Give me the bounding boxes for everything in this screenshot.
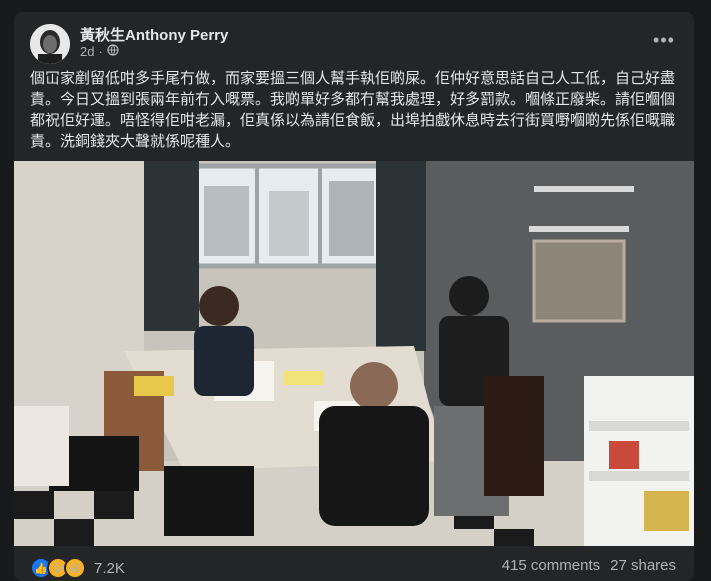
post-timestamp[interactable]: 2d [80,44,94,59]
author-avatar[interactable] [30,24,70,64]
engagement-stats: 415 comments 27 shares [502,557,676,574]
shares-count[interactable]: 27 shares [610,557,676,574]
haha-icon: 😆 [64,557,86,579]
post-meta: 2d · [80,44,119,59]
more-options-button[interactable]: ••• [648,26,680,54]
more-icon: ••• [653,29,675,50]
reaction-count[interactable]: 7.2K [94,560,125,577]
comments-count[interactable]: 415 comments [502,557,600,574]
globe-icon [107,44,119,59]
author-name[interactable]: 黃秋生Anthony Perry [80,24,228,45]
reaction-icons: 👍 😮 😆 [30,557,86,579]
photo-scene [14,161,694,546]
post-text: 個冚家剷留低咁多手尾冇做，而家要搵三個人幫手執佢啲屎。佢仲好意思話自己人工低，自… [30,70,676,150]
post-photo[interactable] [14,161,694,546]
post-card: 黃秋生Anthony Perry 2d · ••• 個冚家剷留低咁多手尾冇做，而… [14,12,694,581]
separator: · [98,44,103,59]
reactions-summary[interactable]: 👍 😮 😆 7.2K [30,557,125,579]
